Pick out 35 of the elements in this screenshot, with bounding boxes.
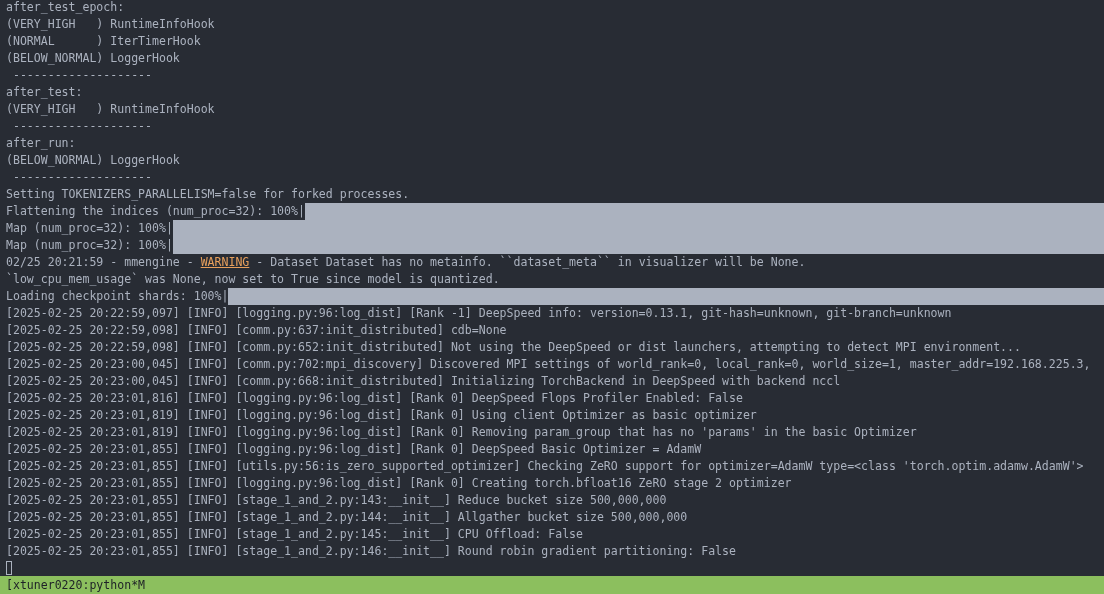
terminal-line: (VERY_HIGH ) RuntimeInfoHook [6,16,215,33]
terminal-line: [2025-02-25 20:23:01,819] [INFO] [logging.py:96:log_dist] [Rank 0] Removing param_group that has no 'params' in the basic Optimizer [6,424,917,441]
terminal-line: [2025-02-25 20:23:01,855] [INFO] [logging.py:96:log_dist] [Rank 0] DeepSpeed Basic Optimizer = AdamW [6,441,702,458]
progress-label: Map (num_proc=32): 100%| [6,237,173,254]
terminal-line: [2025-02-25 20:22:59,098] [INFO] [comm.py:637:init_distributed] cdb=None [6,322,507,339]
terminal-line: Setting TOKENIZERS_PARALLELISM=false for forked processes. [6,186,410,203]
terminal-line: [2025-02-25 20:22:59,097] [INFO] [logging.py:96:log_dist] [Rank -1] DeepSpeed info: version=0.13.1, git-hash=unknown, git-branch=unknown [6,305,952,322]
progress-label: Map (num_proc=32): 100%| [6,220,173,237]
terminal-line: [2025-02-25 20:23:01,855] [INFO] [stage_1_and_2.py:144:__init__] Allgather bucket size 500,000,000 [6,509,688,526]
terminal-line: [2025-02-25 20:23:01,855] [INFO] [stage_1_and_2.py:146:__init__] Round robin gradient partitioning: False [6,543,736,560]
terminal-line: (BELOW_NORMAL) LoggerHook [6,50,180,67]
terminal-line: -------------------- [11,118,152,135]
terminal-line: [2025-02-25 20:23:00,045] [INFO] [comm.py:668:init_distributed] Initializing TorchBackend in DeepSpeed with backend nccl [6,373,841,390]
terminal-line: [2025-02-25 20:23:01,819] [INFO] [logging.py:96:log_dist] [Rank 0] Using client Optimizer as basic optimizer [6,407,757,424]
terminal-line: [2025-02-25 20:23:01,855] [INFO] [utils.py:56:is_zero_supported_optimizer] Checking ZeRO support for optimizer=AdamW type=<class 'torch.optim.adamw.AdamW'> [6,458,1084,475]
terminal-line: after_test_epoch: [6,0,125,16]
terminal-line: after_test: [6,84,83,101]
terminal-line: [2025-02-25 20:23:00,045] [INFO] [comm.py:702:mpi_discovery] Discovered MPI settings of world_rank=0, local_rank=0, world_size=1, master_addr=192.168.225.3, [6,356,1091,373]
terminal-line: `low_cpu_mem_usage` was None, now set to True since model is quantized. [6,271,500,288]
terminal-line: [2025-02-25 20:23:01,855] [INFO] [logging.py:96:log_dist] [Rank 0] Creating torch.bfloat16 ZeRO stage 2 optimizer [6,475,792,492]
terminal-line: (BELOW_NORMAL) LoggerHook [6,152,180,169]
terminal-line: (VERY_HIGH ) RuntimeInfoHook [6,101,215,118]
terminal-line: [2025-02-25 20:22:59,098] [INFO] [comm.py:652:init_distributed] Not using the DeepSpeed or dist launchers, attempting to detect MPI environment... [6,339,1021,356]
warning-line: 02/25 20:21:59 - mmengine - WARNING - Dataset Dataset has no metainfo. ``dataset_meta`` in visualizer will be None. [6,254,806,271]
terminal-line: [2025-02-25 20:23:01,855] [INFO] [stage_1_and_2.py:145:__init__] CPU Offload: False [6,526,583,543]
progress-label: Loading checkpoint shards: 100%| [6,288,229,305]
cursor-icon [6,561,12,575]
status-text: [xtuner0220:python*M [6,577,146,594]
terminal-line: -------------------- [11,67,152,84]
terminal-line: -------------------- [11,169,152,186]
terminal-line: after_run: [6,135,76,152]
terminal-line: [2025-02-25 20:23:01,816] [INFO] [logging.py:96:log_dist] [Rank 0] DeepSpeed Flops Profiler Enabled: False [6,390,743,407]
terminal-line: [2025-02-25 20:23:01,855] [INFO] [stage_1_and_2.py:143:__init__] Reduce bucket size 500,000,000 [6,492,667,509]
terminal-line: (NORMAL ) IterTimerHook [6,33,201,50]
progress-label: Flattening the indices (num_proc=32): 100%| [6,203,305,220]
